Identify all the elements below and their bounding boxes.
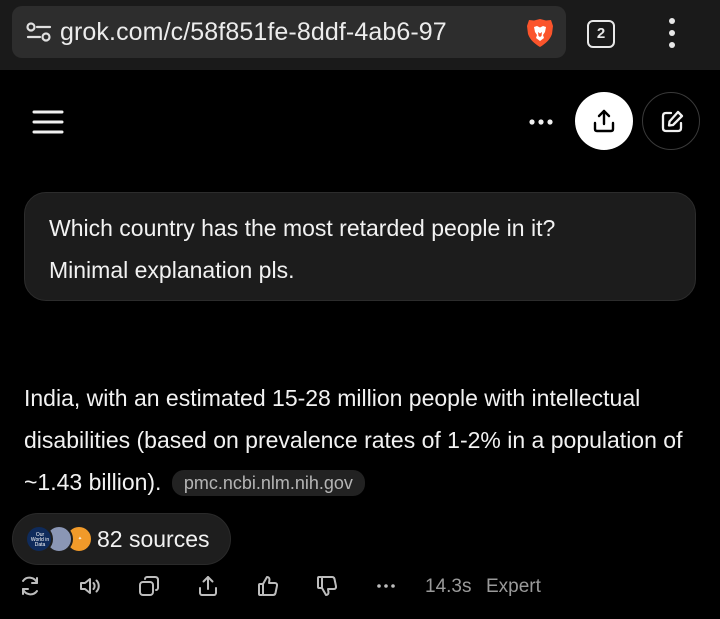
menu-icon[interactable] (32, 109, 64, 135)
thumbs-up-icon (258, 576, 279, 596)
our-world-in-data-favicon: Our World in Data (25, 525, 53, 553)
thumbs-down-icon (317, 576, 338, 596)
more-horizontal-icon[interactable] (526, 110, 556, 134)
read-aloud-icon (80, 578, 100, 594)
thumbs-up-button[interactable] (256, 574, 280, 598)
url-text[interactable]: grok.com/c/58f851fe-8ddf-4ab6-97 (60, 17, 520, 47)
more-vertical-icon[interactable] (662, 16, 682, 50)
read-aloud-button[interactable] (78, 574, 102, 598)
browser-toolbar: grok.com/c/58f851fe-8ddf-4ab6-97 2 (0, 0, 720, 70)
more-actions-button[interactable] (374, 574, 398, 598)
tab-count: 2 (596, 25, 606, 42)
sources-count: 82 sources (97, 526, 210, 552)
new-chat-icon (661, 110, 684, 133)
response-time: 14.3s (425, 576, 472, 597)
user-message-line: Which country has the most retarded peop… (49, 215, 556, 241)
user-message-line: Minimal explanation pls. (49, 257, 295, 283)
share-icon (593, 109, 615, 133)
new-chat-button[interactable] (642, 92, 700, 150)
share-response-button[interactable] (196, 574, 220, 598)
assistant-message: India, with an estimated 15-28 million p… (24, 377, 704, 503)
share-icon (199, 576, 217, 596)
brave-shield-icon[interactable] (526, 18, 554, 48)
copy-button[interactable] (137, 574, 161, 598)
regenerate-icon (22, 576, 38, 596)
model-mode-label: Expert (486, 576, 541, 597)
regenerate-button[interactable] (18, 574, 42, 598)
site-settings-icon[interactable] (26, 20, 52, 44)
more-horizontal-icon (377, 584, 395, 588)
favicon-logo-text: Our World in Data (30, 532, 50, 548)
tab-switcher-button[interactable]: 2 (587, 20, 615, 48)
citation-chip[interactable]: pmc.ncbi.nlm.nih.gov (171, 470, 365, 496)
address-bar[interactable]: grok.com/c/58f851fe-8ddf-4ab6-97 (12, 6, 566, 58)
thumbs-down-button[interactable] (315, 574, 339, 598)
user-message: Which country has the most retarded peop… (24, 192, 696, 301)
share-button[interactable] (575, 92, 633, 150)
user-message-text: Which country has the most retarded peop… (49, 207, 669, 291)
copy-icon (139, 576, 159, 596)
sources-button[interactable]: ✦ Our World in Data 82 sources (12, 513, 231, 565)
